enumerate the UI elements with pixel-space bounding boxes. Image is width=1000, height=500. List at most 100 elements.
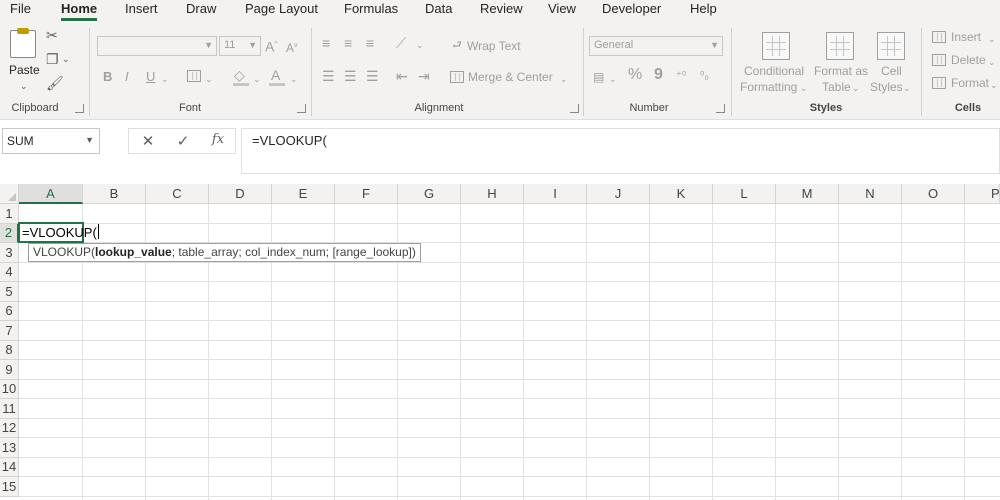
column-header-e[interactable]: E [272,184,335,204]
cut-icon[interactable]: ✂ [46,28,58,42]
active-cell-a2[interactable]: =VLOOKUP( [18,222,99,243]
align-bottom-icon[interactable]: ≡ [366,36,374,50]
conditional-formatting-label1[interactable]: Conditional [744,64,804,78]
column-header-l[interactable]: L [713,184,776,204]
enter-icon[interactable]: ✓ [171,132,195,150]
font-size-combo[interactable]: 11 ▼ [219,36,261,56]
column-header-d[interactable]: D [209,184,272,204]
column-header-j[interactable]: J [587,184,650,204]
tab-insert[interactable]: Insert [125,1,158,21]
tab-developer[interactable]: Developer [602,1,661,21]
tab-help[interactable]: Help [690,1,717,21]
column-header-n[interactable]: N [839,184,902,204]
insert-chevron-icon[interactable]: ⌄ [988,32,996,46]
align-right-icon[interactable]: ☰ [366,69,379,83]
wrap-text-button[interactable]: Wrap Text [467,39,521,53]
format-chevron-icon[interactable]: ⌄ [990,78,998,92]
row-header-7[interactable]: 7 [0,321,19,341]
column-header-a[interactable]: A [19,184,83,204]
font-color-icon[interactable]: A [271,68,280,82]
conditional-formatting-icon[interactable] [762,32,790,60]
row-header-2[interactable]: 2 [0,224,19,243]
cell-styles-chevron-icon[interactable]: ⌄ [903,81,911,95]
accounting-chevron-icon[interactable]: ⌄ [609,72,617,86]
column-header-g[interactable]: G [398,184,461,204]
decrease-indent-icon[interactable]: ⇤ [396,69,408,83]
cell-styles-label2[interactable]: Styles [870,80,903,94]
font-color-chevron-icon[interactable]: ⌄ [290,72,298,86]
row-header-3[interactable]: 3 [0,243,19,263]
cell-styles-label1[interactable]: Cell [881,64,902,78]
fill-color-icon[interactable]: ◇ [234,68,245,82]
column-header-k[interactable]: K [650,184,713,204]
tab-file[interactable]: File [10,1,31,21]
column-header-o[interactable]: O [902,184,965,204]
row-header-5[interactable]: 5 [0,282,19,302]
align-center-icon[interactable]: ☰ [344,69,357,83]
merge-chevron-icon[interactable]: ⌄ [560,72,568,86]
column-header-f[interactable]: F [335,184,398,204]
decrease-decimal-icon[interactable]: ⁰₀ [700,69,709,83]
tab-formulas[interactable]: Formulas [344,1,398,21]
tooltip-current-argument[interactable]: lookup_value [95,245,172,259]
decrease-font-icon[interactable]: Av [286,39,298,55]
tab-page-layout[interactable]: Page Layout [245,1,318,21]
row-header-10[interactable]: 10 [0,380,19,399]
tab-data[interactable]: Data [425,1,452,21]
copy-icon[interactable]: ❐ [46,52,59,66]
select-all-corner[interactable] [0,184,19,204]
merge-center-button[interactable]: Merge & Center [468,70,553,84]
cancel-icon[interactable]: ✕ [136,132,160,150]
format-as-table-icon[interactable] [826,32,854,60]
conditional-chevron-icon[interactable]: ⌄ [800,81,808,95]
font-launcher-icon[interactable] [297,104,306,113]
paste-icon[interactable] [10,28,36,58]
row-header-14[interactable]: 14 [0,458,19,477]
borders-icon[interactable] [187,70,201,82]
clipboard-launcher-icon[interactable] [75,104,84,113]
column-header-c[interactable]: C [146,184,209,204]
number-format-combo[interactable]: General ▼ [589,36,723,56]
increase-decimal-icon[interactable]: ⁺⁰ [676,69,686,83]
format-table-chevron-icon[interactable]: ⌄ [852,81,860,95]
borders-chevron-icon[interactable]: ⌄ [205,72,213,86]
row-header-12[interactable]: 12 [0,419,19,438]
underline-button[interactable]: U [146,70,155,84]
accounting-format-icon[interactable]: ▤ [593,70,604,84]
bold-button[interactable]: B [103,70,112,84]
row-header-9[interactable]: 9 [0,360,19,380]
paste-chevron-icon[interactable]: ⌄ [20,79,28,93]
row-header-8[interactable]: 8 [0,341,19,360]
format-as-table-label2[interactable]: Table [822,80,851,94]
tab-home[interactable]: Home [61,1,98,21]
alignment-launcher-icon[interactable] [570,104,579,113]
delete-cells-button[interactable]: Delete [951,53,986,67]
row-header-4[interactable]: 4 [0,263,19,282]
worksheet-grid[interactable]: A B C D E F G H I J K L M N O P 1 2 3 4 … [0,184,1000,500]
row-header-15[interactable]: 15 [0,477,19,497]
row-header-11[interactable]: 11 [0,399,19,419]
column-header-h[interactable]: H [461,184,524,204]
align-top-icon[interactable]: ≡ [322,36,330,50]
name-box[interactable]: SUM ▼ [2,128,100,154]
underline-chevron-icon[interactable]: ⌄ [161,72,169,86]
comma-style-button[interactable]: 9 [654,67,663,83]
tab-view[interactable]: View [548,1,576,21]
tab-review[interactable]: Review [480,1,523,21]
format-cells-button[interactable]: Format [951,76,989,90]
row-header-6[interactable]: 6 [0,302,19,321]
orientation-chevron-icon[interactable]: ⌄ [416,38,424,52]
format-painter-icon[interactable]: 🖌 [46,76,64,90]
font-name-combo[interactable]: ▼ [97,36,217,56]
formula-input[interactable]: =VLOOKUP( [241,128,1000,174]
format-as-table-label1[interactable]: Format as [814,64,868,78]
column-header-i[interactable]: I [524,184,587,204]
conditional-formatting-label2[interactable]: Formatting [740,80,797,94]
copy-chevron-icon[interactable]: ⌄ [62,52,70,66]
increase-indent-icon[interactable]: ⇥ [418,69,430,83]
row-header-1[interactable]: 1 [0,204,19,224]
column-header-m[interactable]: M [776,184,839,204]
align-left-icon[interactable]: ☰ [322,69,335,83]
increase-font-icon[interactable]: A^ [265,38,278,54]
row-header-13[interactable]: 13 [0,438,19,458]
